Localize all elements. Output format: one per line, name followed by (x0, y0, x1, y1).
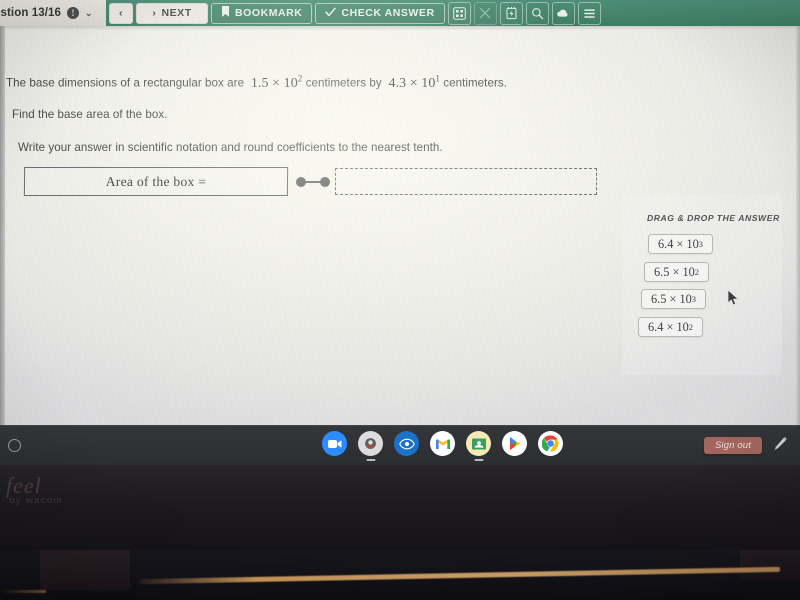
notepad-icon[interactable] (499, 1, 523, 25)
next-arrow-icon: › (152, 7, 157, 19)
check-answer-label: CHECK ANSWER (341, 7, 435, 19)
stylus-pen-icon[interactable] (772, 436, 788, 454)
gmail-icon[interactable] (430, 431, 455, 456)
drag-drop-title: DRAG & DROP THE ANSWER (647, 213, 780, 223)
app-toolbar: estion 13/16 ! ⌄ ‹ › NEXT BOOKMARK CHECK… (0, 0, 800, 26)
expression-1: 1.5 × 102 (250, 73, 303, 91)
laptop-screen: estion 13/16 ! ⌄ ‹ › NEXT BOOKMARK CHECK… (0, 0, 800, 425)
option-3-times: × (666, 319, 674, 334)
blue-eye-app-icon[interactable] (394, 431, 419, 456)
option-3-base: 10 (676, 319, 689, 334)
link-connector-icon (294, 173, 332, 191)
bookmark-button[interactable]: BOOKMARK (211, 2, 313, 24)
option-3-exp: 2 (688, 322, 694, 332)
screen-bezel-right (796, 26, 800, 425)
laptop-lower-bezel: feel by wacom (0, 465, 800, 550)
desk-light-reflection-left (0, 590, 46, 593)
wacom-logo: feel by wacom (6, 473, 126, 523)
shelf-app-tray (322, 431, 563, 461)
option-2-times: × (669, 291, 677, 306)
wacom-by-wordmark: by wacom (9, 495, 63, 506)
option-0-exp: 3 (698, 239, 704, 249)
bookmark-icon (221, 6, 230, 20)
drag-drop-panel: DRAG & DROP THE ANSWER 6.4 × 10 3 6.5 × 1… (622, 195, 782, 375)
chevron-down-icon[interactable]: ⌄ (85, 8, 93, 19)
answer-dropzone[interactable] (335, 168, 597, 195)
desk-light-reflection (140, 566, 780, 585)
back-button[interactable]: ‹ (109, 2, 134, 24)
option-2-base: 10 (679, 291, 692, 306)
answer-option-tile[interactable]: 6.5 × 10 3 (641, 289, 707, 309)
question-statement-line-2: Find the base area of the box. (12, 108, 168, 121)
calculator-icon[interactable] (447, 1, 471, 25)
next-button[interactable]: › NEXT (136, 2, 209, 24)
answer-option-tile[interactable]: 6.4 × 10 2 (638, 317, 704, 337)
answer-option-tile[interactable]: 6.4 × 10 3 (648, 234, 714, 254)
question-counter-chip[interactable]: estion 13/16 ! ⌄ (0, 0, 106, 26)
back-arrow-icon: ‹ (119, 7, 124, 19)
option-3-coef: 6.4 (648, 319, 664, 334)
answer-option-tile[interactable]: 6.5 × 10 2 (644, 262, 710, 282)
q1-text-c: centimeters. (443, 76, 507, 90)
search-icon[interactable] (525, 1, 549, 25)
expression-2: 4.3 × 101 (388, 73, 440, 91)
option-1-exp: 2 (694, 267, 700, 277)
google-classroom-icon[interactable] (466, 431, 491, 461)
chromeos-shelf: Sign out (0, 425, 800, 465)
chrome-icon[interactable] (538, 431, 563, 456)
check-icon (325, 7, 337, 20)
question-statement-line-3: Write your answer in scientific notation… (18, 141, 443, 154)
sign-out-button[interactable]: Sign out (703, 437, 762, 454)
option-0-coef: 6.4 (658, 236, 674, 251)
zoom-app-icon[interactable] (322, 431, 347, 456)
play-store-icon[interactable] (502, 431, 527, 456)
shelf-top-border (0, 425, 800, 426)
mouse-pointer-icon (727, 289, 740, 307)
close-icon[interactable] (473, 1, 497, 25)
answer-row: Area of the box = (23, 167, 597, 196)
question-statement-line-1: The base dimensions of a rectangular box… (6, 73, 507, 92)
bookmark-label: BOOKMARK (235, 7, 303, 19)
option-1-base: 10 (682, 264, 695, 279)
check-answer-button[interactable]: CHECK ANSWER (315, 2, 445, 24)
option-2-exp: 3 (691, 294, 697, 304)
area-of-box-label: Area of the box = (23, 167, 289, 196)
question-body: The base dimensions of a rectangular box… (0, 30, 800, 425)
app-running-indicator (474, 459, 483, 461)
option-0-times: × (676, 236, 684, 251)
option-0-base: 10 (686, 236, 699, 251)
option-1-times: × (672, 264, 680, 279)
screen-bezel-left (0, 26, 5, 425)
desk-shadow-block (40, 550, 130, 590)
desk-surface (0, 550, 800, 600)
q1-text-a: The base dimensions of a rectangular box… (6, 76, 245, 90)
app-running-indicator (366, 459, 375, 461)
info-icon[interactable]: ! (67, 7, 80, 19)
question-counter-label: estion 13/16 (0, 7, 62, 19)
cloud-upload-icon[interactable] (551, 1, 575, 25)
laptop-photo: estion 13/16 ! ⌄ ‹ › NEXT BOOKMARK CHECK… (0, 0, 800, 600)
option-2-coef: 6.5 (651, 291, 667, 306)
next-label: NEXT (161, 7, 192, 19)
desk-shadow-block-right (740, 550, 800, 580)
menu-icon[interactable] (577, 1, 601, 25)
launcher-button[interactable] (8, 439, 21, 452)
option-1-coef: 6.5 (654, 264, 670, 279)
gray-app-icon[interactable] (358, 431, 383, 461)
q1-text-b: centimeters by (305, 76, 382, 90)
